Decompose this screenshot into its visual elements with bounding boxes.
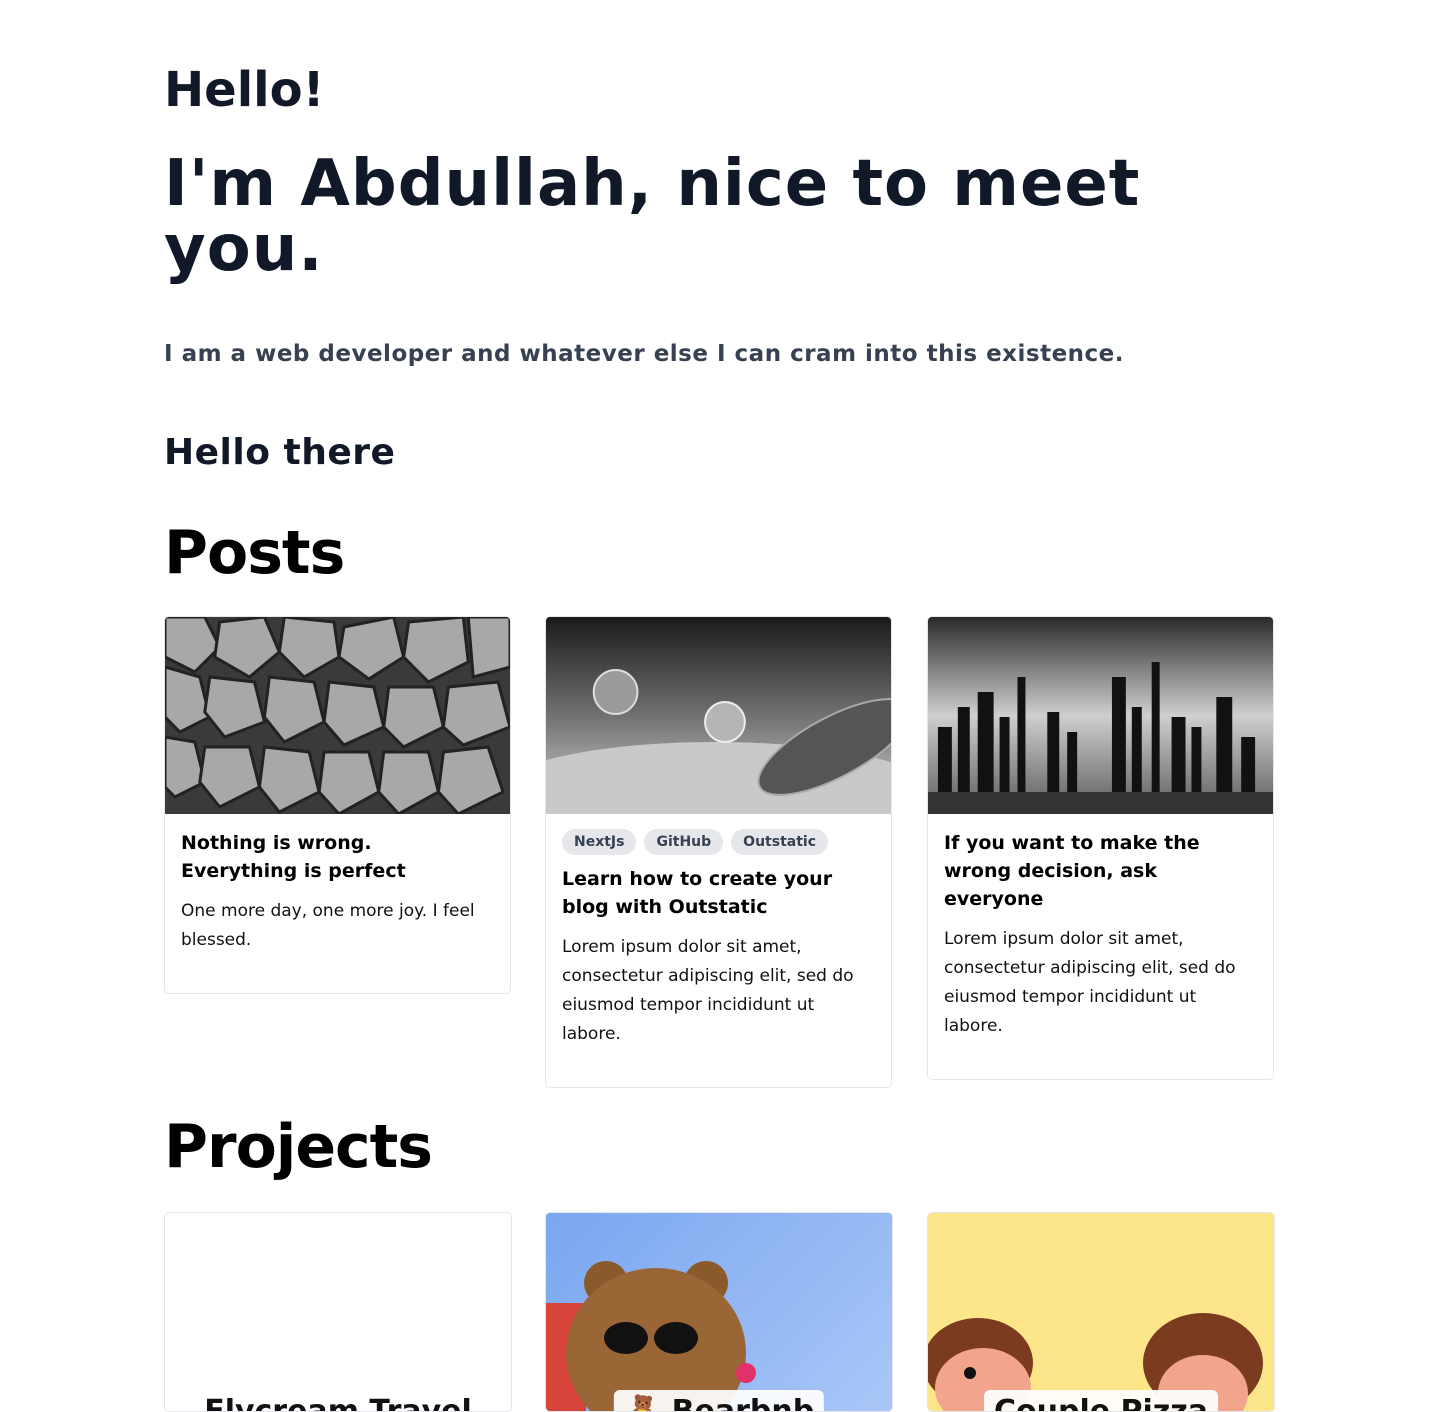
tag-list: NextJs GitHub Outstatic [562, 829, 875, 855]
post-excerpt: Lorem ipsum dolor sit amet, consectetur … [944, 929, 1236, 1036]
post-excerpt: Lorem ipsum dolor sit amet, consectetur … [562, 937, 854, 1044]
post-title[interactable]: Learn how to create your blog with Outst… [562, 865, 875, 921]
post-thumbnail-city-skyline [928, 617, 1273, 814]
project-card[interactable]: 🧸 Bearbnb [545, 1212, 893, 1412]
tag-chip[interactable]: Outstatic [731, 829, 828, 855]
post-title[interactable]: Nothing is wrong. Everything is perfect [181, 829, 494, 885]
subheading: Hello there [164, 432, 396, 473]
project-label[interactable]: Couple Pizza [984, 1390, 1218, 1411]
post-card[interactable]: NextJs GitHub Outstatic Learn how to cre… [545, 616, 892, 1088]
posts-section-title: Posts [164, 518, 345, 588]
project-label[interactable]: Flycream Travel [194, 1390, 482, 1411]
post-thumbnail-stone-pattern [165, 617, 510, 814]
project-card[interactable]: Couple Pizza [927, 1212, 1275, 1412]
bear-illustration [546, 1261, 756, 1411]
couple-illustration [928, 1313, 1263, 1411]
post-excerpt: One more day, one more joy. I feel bless… [181, 901, 475, 950]
tagline: I am a web developer and whatever else I… [164, 341, 1125, 367]
tag-chip[interactable]: NextJs [562, 829, 637, 855]
projects-section-title: Projects [164, 1112, 433, 1182]
post-card[interactable]: Nothing is wrong. Everything is perfect … [164, 616, 511, 994]
post-thumbnail-space-scene [546, 617, 891, 814]
page-headline: I'm Abdullah, nice to meet you. [164, 147, 1141, 286]
post-title[interactable]: If you want to make the wrong decision, … [944, 829, 1257, 913]
bear-icon: 🧸 [623, 1394, 672, 1412]
tag-chip[interactable]: GitHub [644, 829, 724, 855]
project-card[interactable]: Flycream Travel [164, 1212, 512, 1412]
greeting: Hello! [164, 62, 325, 118]
project-label[interactable]: 🧸 Bearbnb [613, 1390, 825, 1412]
post-card[interactable]: If you want to make the wrong decision, … [927, 616, 1274, 1080]
